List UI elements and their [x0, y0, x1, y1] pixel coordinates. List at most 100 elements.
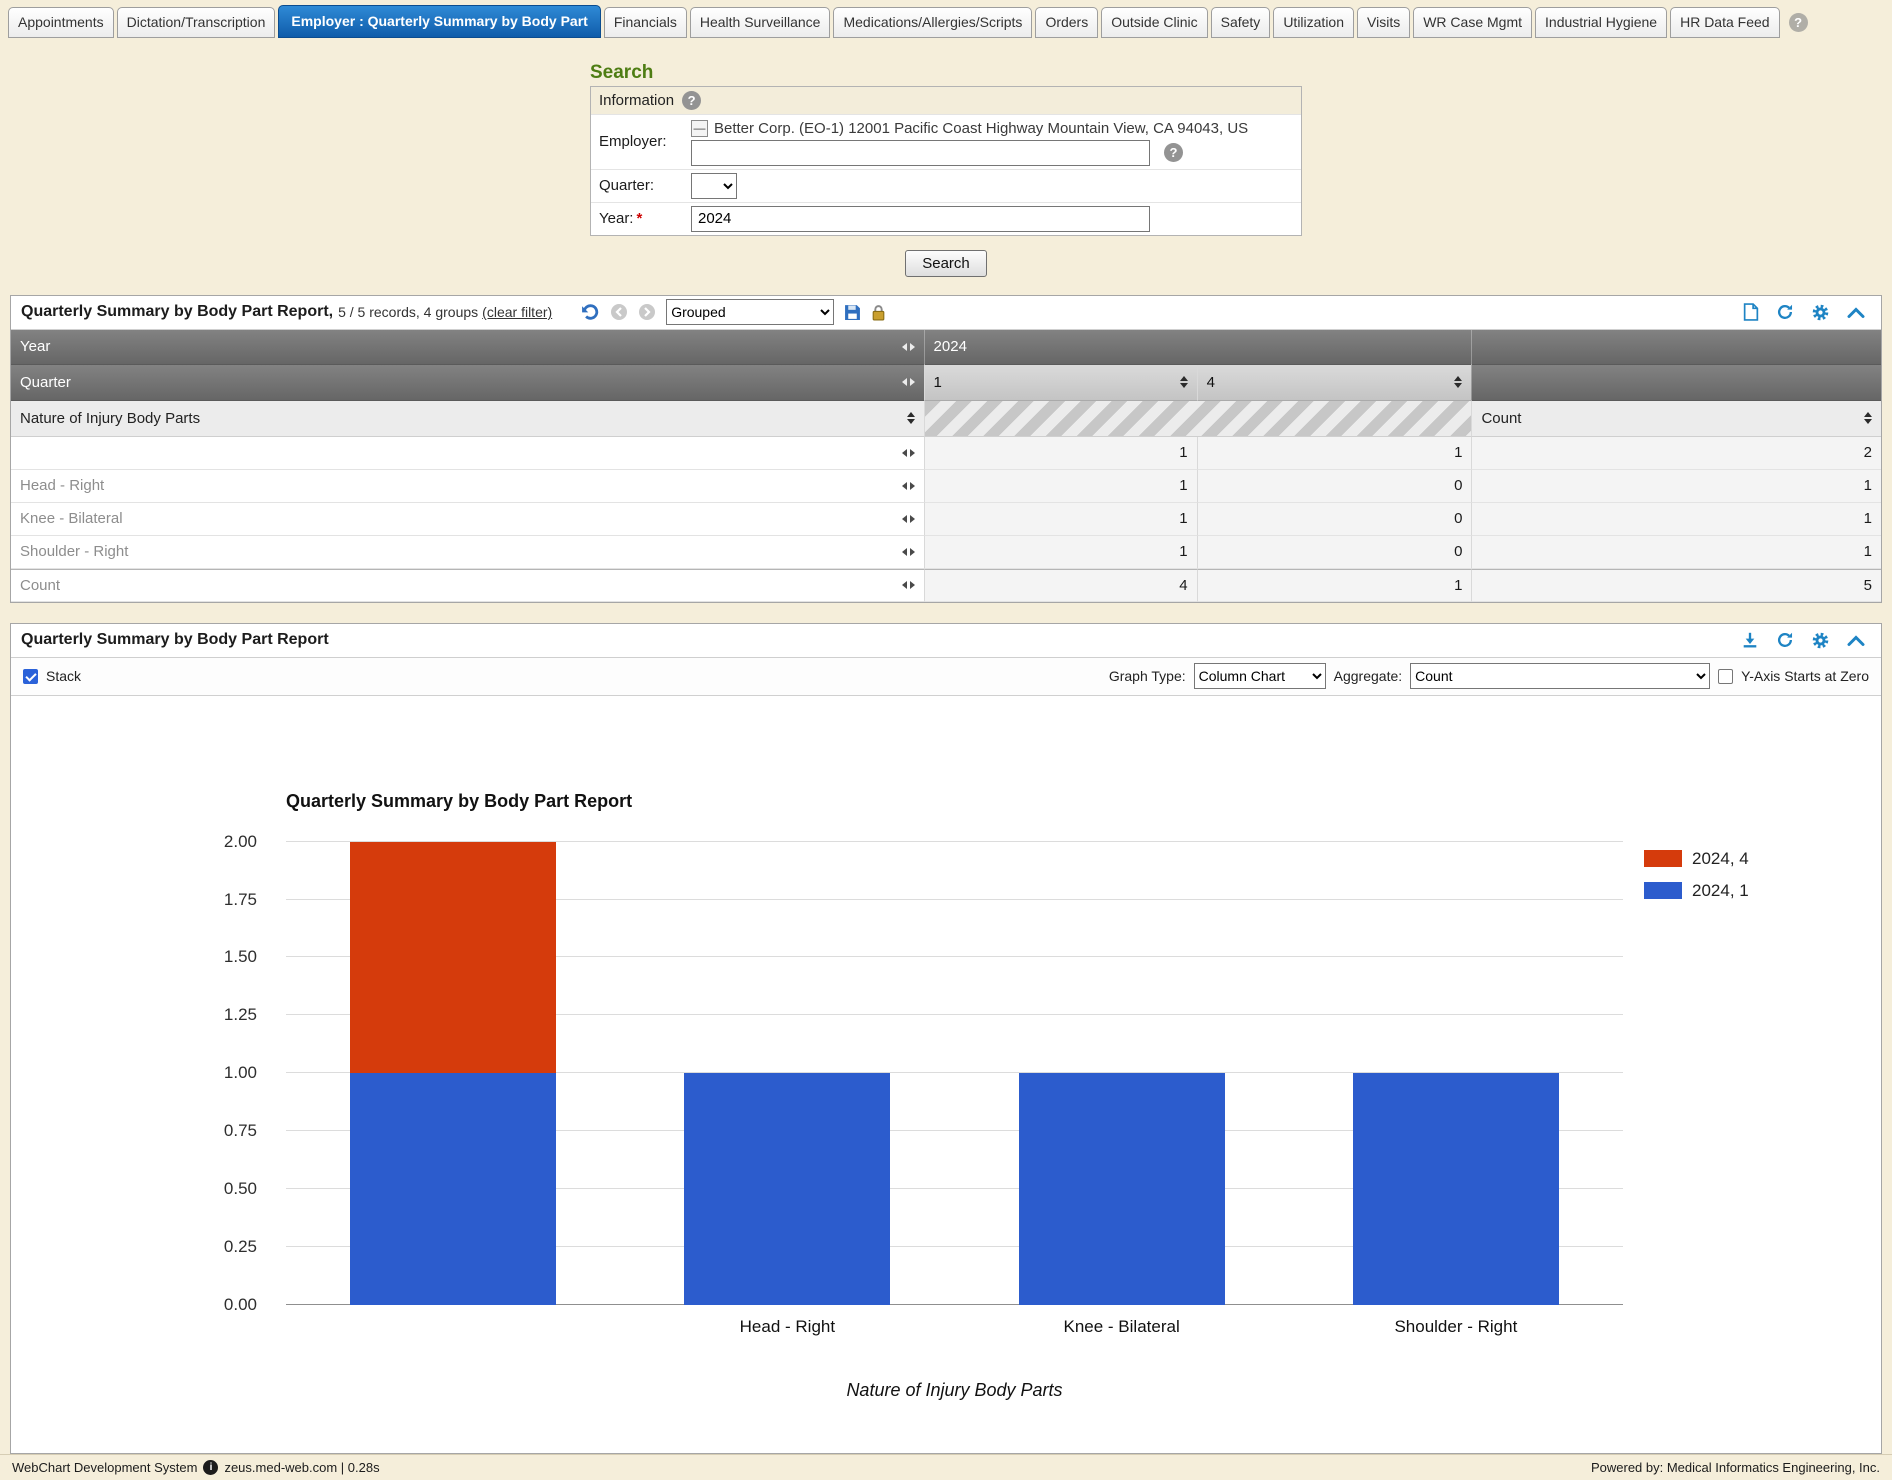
tab-orders[interactable]: Orders: [1035, 7, 1098, 38]
yaxis-zero-checkbox[interactable]: [1718, 669, 1733, 684]
column-move-icon[interactable]: [902, 449, 915, 457]
tab-utilization[interactable]: Utilization: [1273, 7, 1354, 38]
search-form: Information ? Employer: — Better Corp. (…: [590, 86, 1302, 236]
cell-q1: 1: [924, 437, 1197, 470]
collapse-panel-icon[interactable]: [1847, 634, 1865, 647]
report-panel-title: Quarterly Summary by Body Part Report,: [21, 303, 333, 321]
table-row: Knee - Bilateral 1 0 1: [11, 503, 1881, 536]
quarter-field-row: Quarter:: [591, 169, 1301, 202]
y-tick-label: 0.25: [224, 1237, 257, 1257]
info-icon[interactable]: i: [203, 1460, 218, 1475]
year-input[interactable]: [691, 206, 1150, 232]
tab-employer-quarterly-summary[interactable]: Employer : Quarterly Summary by Body Par…: [278, 5, 600, 38]
search-button[interactable]: Search: [905, 250, 987, 277]
column-move-icon[interactable]: [902, 378, 915, 386]
settings-gear-icon[interactable]: [1811, 631, 1830, 650]
column-move-icon[interactable]: [902, 581, 915, 589]
tab-visits[interactable]: Visits: [1357, 7, 1410, 38]
year-field-row: Year:*: [591, 202, 1301, 235]
download-icon[interactable]: [1741, 631, 1759, 649]
hatched-cell: [924, 401, 1472, 437]
tab-wr-case-mgmt[interactable]: WR Case Mgmt: [1413, 7, 1532, 38]
save-icon[interactable]: [844, 304, 861, 321]
tab-outside-clinic[interactable]: Outside Clinic: [1101, 7, 1207, 38]
cell-count: 5: [1471, 569, 1881, 602]
cell-q4: 0: [1197, 470, 1472, 503]
quarter-row-label: Quarter: [20, 374, 71, 391]
y-tick-label: 2.00: [224, 832, 257, 852]
bar-segment: [350, 842, 556, 1074]
chart-panel-header: Quarterly Summary by Body Part Report: [11, 624, 1881, 658]
report-panel-header: Quarterly Summary by Body Part Report, 5…: [11, 296, 1881, 330]
cell-count: 1: [1471, 536, 1881, 569]
nav-next-icon[interactable]: [638, 303, 656, 321]
chart-legend: 2024, 42024, 1: [1644, 849, 1749, 913]
column-move-icon[interactable]: [902, 515, 915, 523]
new-report-icon[interactable]: [1743, 303, 1759, 321]
tab-safety[interactable]: Safety: [1211, 7, 1271, 38]
tabbar-help-icon[interactable]: ?: [1789, 13, 1808, 32]
quarter-1-header-cell: 1: [924, 365, 1197, 401]
collapse-panel-icon[interactable]: [1847, 306, 1865, 319]
graph-type-label: Graph Type:: [1109, 668, 1186, 684]
tab-financials[interactable]: Financials: [604, 7, 687, 38]
graph-type-select[interactable]: Column Chart: [1194, 663, 1326, 689]
tab-dictation-transcription[interactable]: Dictation/Transcription: [117, 7, 276, 38]
chart-controls: Stack Graph Type: Column Chart Aggregate…: [11, 658, 1881, 696]
tab-appointments[interactable]: Appointments: [8, 7, 114, 38]
bar-segment: [684, 1073, 890, 1305]
aggregate-select[interactable]: Count: [1410, 663, 1710, 689]
cell-count: 1: [1471, 470, 1881, 503]
quarter-select[interactable]: [691, 173, 737, 199]
report-panel: Quarterly Summary by Body Part Report, 5…: [10, 295, 1882, 603]
plot-columns: [286, 842, 1623, 1305]
lock-icon[interactable]: [871, 304, 886, 321]
x-category-label: Head - Right: [620, 1317, 954, 1337]
tab-medications-allergies-scripts[interactable]: Medications/Allergies/Scripts: [833, 7, 1032, 38]
sort-icon[interactable]: [1864, 412, 1872, 424]
legend-label: 2024, 1: [1692, 881, 1749, 901]
report-record-count: 5 / 5 records, 4 groups: [338, 304, 478, 320]
year-label: Year:: [599, 210, 633, 227]
tab-industrial-hygiene[interactable]: Industrial Hygiene: [1535, 7, 1667, 38]
refresh-icon[interactable]: [1776, 303, 1794, 321]
employer-collapse-toggle[interactable]: —: [691, 120, 708, 137]
tab-health-surveillance[interactable]: Health Surveillance: [690, 7, 831, 38]
y-tick-label: 1.00: [224, 1063, 257, 1083]
chart-panel: Quarterly Summary by Body Part Report St…: [10, 623, 1882, 1454]
column-move-icon[interactable]: [902, 482, 915, 490]
footer-powered-by: Powered by: Medical Informatics Engineer…: [1591, 1460, 1880, 1475]
count-header: Count: [1481, 410, 1521, 427]
legend-swatch: [1644, 882, 1682, 899]
group-mode-select[interactable]: Grouped: [666, 299, 834, 325]
table-row: Shoulder - Right 1 0 1: [11, 536, 1881, 569]
undo-icon[interactable]: [580, 303, 600, 321]
sort-icon[interactable]: [1180, 376, 1188, 388]
column-move-icon[interactable]: [902, 548, 915, 556]
year-row-label: Year: [20, 338, 50, 355]
sort-icon[interactable]: [907, 412, 915, 424]
row-label: Shoulder - Right: [20, 543, 128, 560]
tab-hr-data-feed[interactable]: HR Data Feed: [1670, 7, 1779, 38]
chart-title: Quarterly Summary by Body Part Report: [286, 791, 632, 812]
chart-panel-title: Quarterly Summary by Body Part Report: [21, 631, 329, 649]
employer-help-icon[interactable]: ?: [1164, 143, 1183, 162]
information-help-icon[interactable]: ?: [682, 91, 701, 110]
clear-filter-link[interactable]: (clear filter): [482, 304, 552, 320]
employer-input[interactable]: [691, 140, 1150, 166]
settings-gear-icon[interactable]: [1811, 303, 1830, 322]
employer-label: Employer:: [599, 133, 691, 150]
x-category-label: Shoulder - Right: [1289, 1317, 1623, 1337]
main-tab-bar: Appointments Dictation/Transcription Emp…: [0, 0, 1892, 38]
x-axis-title: Nature of Injury Body Parts: [286, 1380, 1623, 1401]
body-parts-label: Nature of Injury Body Parts: [20, 410, 200, 427]
sort-icon[interactable]: [1454, 376, 1462, 388]
employer-field-row: Employer: — Better Corp. (EO-1) 12001 Pa…: [591, 114, 1301, 169]
column-move-icon[interactable]: [902, 343, 915, 351]
stack-checkbox[interactable]: [23, 669, 38, 684]
nav-prev-icon[interactable]: [610, 303, 628, 321]
information-label: Information: [599, 92, 674, 109]
cell-q1: 4: [924, 569, 1197, 602]
refresh-icon[interactable]: [1776, 631, 1794, 649]
table-row: Head - Right 1 0 1: [11, 470, 1881, 503]
